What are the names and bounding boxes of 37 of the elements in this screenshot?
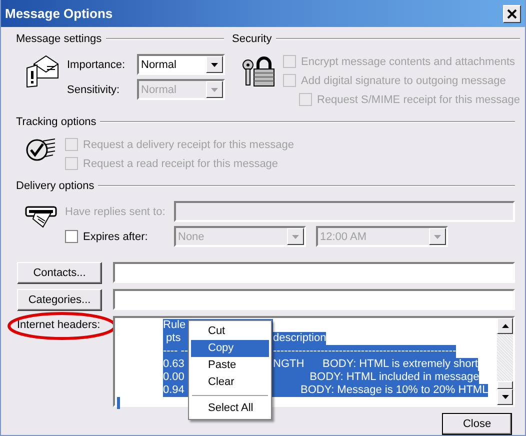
close-icon[interactable]	[503, 4, 521, 22]
header-text: BODY: Message is 10% to 20% HTML	[273, 384, 488, 397]
field-label: Sensitivity:	[67, 84, 121, 96]
header-text: description	[273, 332, 326, 345]
caret-icon	[434, 234, 441, 238]
caret-icon	[292, 234, 299, 238]
header-text: --------------------------------------------------	[273, 345, 456, 358]
scrollbar-thumb[interactable]	[497, 381, 513, 389]
down-arrow-icon[interactable]	[502, 395, 508, 399]
field-label: Have replies sent to:	[65, 206, 166, 218]
text-field[interactable]	[113, 262, 515, 283]
section-title: Delivery options	[16, 180, 94, 192]
header-text: NGTH BODY: HTML is extremely short	[273, 358, 478, 371]
field-label: Internet headers:	[17, 319, 100, 331]
dialog-button[interactable]: Categories...	[17, 289, 102, 311]
field-label: Importance:	[67, 58, 126, 70]
scrollbar[interactable]	[497, 318, 513, 405]
section-title: Tracking options	[16, 116, 96, 128]
text-field[interactable]	[113, 289, 515, 310]
menu-item[interactable]: Select All	[191, 400, 269, 417]
header-text: BODY: HTML included in message	[273, 371, 480, 384]
envelope-icon	[25, 54, 59, 88]
close-button[interactable]: Close	[442, 413, 512, 435]
up-arrow-icon[interactable]	[502, 324, 508, 328]
dialog-button[interactable]: Contacts...	[17, 262, 102, 284]
window-title: Message Options	[5, 6, 113, 21]
dropdown[interactable]: Normal	[137, 54, 225, 75]
menu-item[interactable]: Copy	[191, 340, 269, 357]
caret-icon	[211, 62, 218, 66]
section-title: Security	[232, 33, 272, 45]
replies-field[interactable]	[174, 201, 515, 222]
caret-icon	[211, 88, 218, 92]
padlock-icon	[241, 56, 275, 88]
checkbox-option[interactable]: Expires after:	[65, 230, 168, 243]
check-seal-icon	[25, 137, 57, 163]
menu-item[interactable]: Paste	[191, 357, 269, 374]
section-title: Message settings	[16, 33, 102, 45]
